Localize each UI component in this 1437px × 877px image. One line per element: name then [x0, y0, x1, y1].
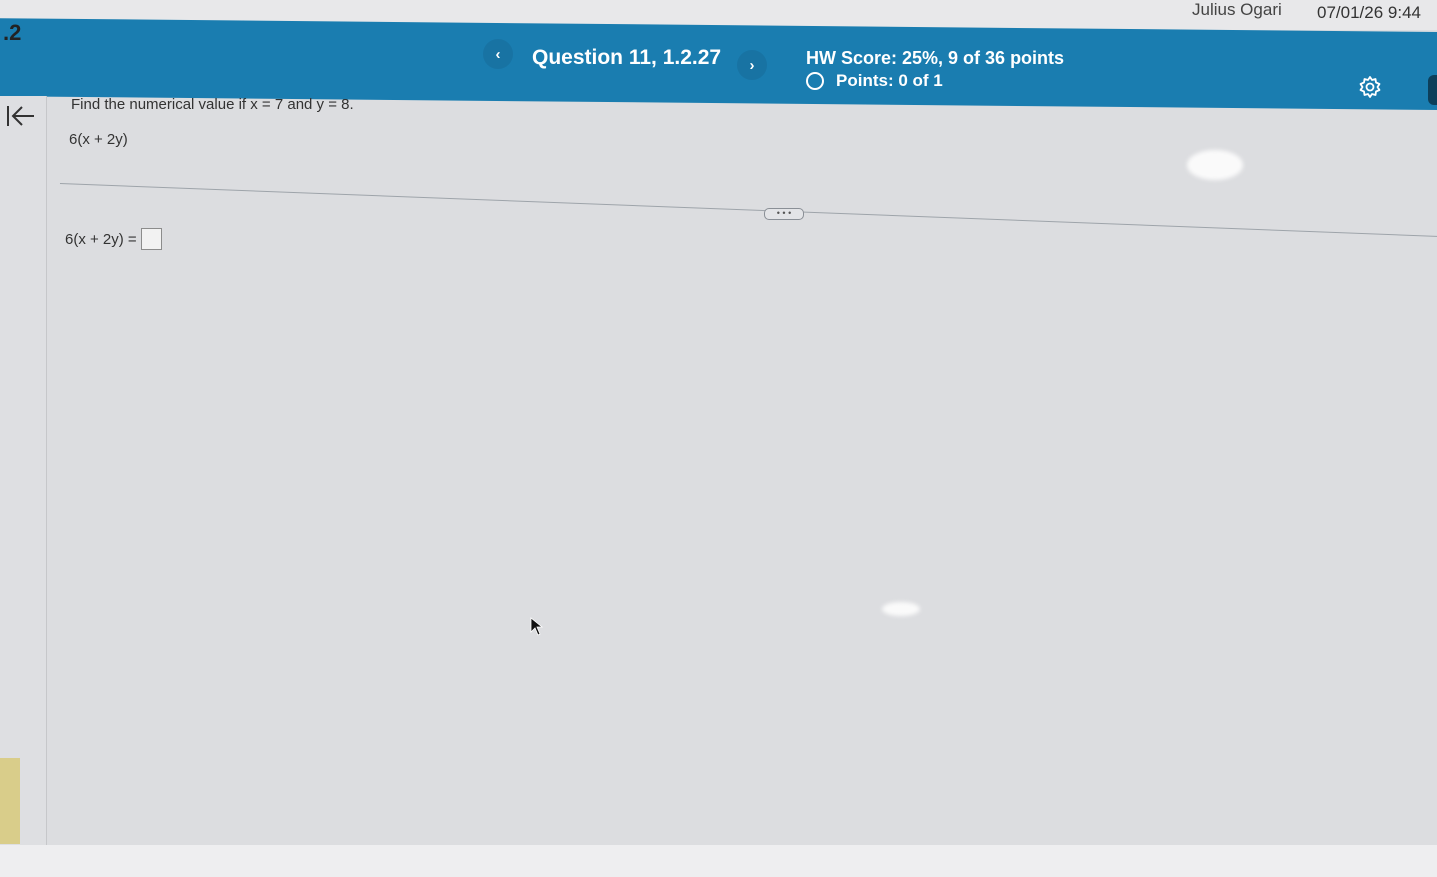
side-panel-tab[interactable]	[1428, 75, 1437, 105]
answer-row: 6(x + 2y) =	[65, 228, 162, 250]
points-row: Points: 0 of 1	[806, 71, 943, 91]
divider	[59, 183, 1437, 238]
question-content: Find the numerical value if x = 7 and y …	[0, 0, 1437, 877]
bottom-band	[0, 845, 1437, 877]
answer-input[interactable]	[140, 228, 162, 250]
section-number: .2	[3, 20, 22, 45]
screen-glare	[1187, 150, 1243, 180]
mouse-cursor-icon	[530, 617, 544, 637]
gear-icon[interactable]	[1355, 72, 1385, 102]
previous-question-button[interactable]: ‹	[483, 39, 513, 69]
points-text: Points: 0 of 1	[836, 71, 943, 90]
answer-prefix: 6(x + 2y) =	[65, 230, 137, 248]
circle-icon	[806, 72, 824, 90]
screen-glare	[882, 602, 920, 616]
next-question-button[interactable]: ›	[737, 50, 767, 80]
question-expression: 6(x + 2y)	[69, 131, 128, 148]
hw-score: HW Score: 25%, 9 of 36 points	[806, 48, 1065, 68]
expand-more-button[interactable]: • • •	[764, 208, 804, 220]
question-label: Question 11, 1.2.27	[532, 46, 722, 69]
header-content: ‹ Question 11, 1.2.27 › HW Score: 25%, 9…	[0, 0, 1437, 130]
